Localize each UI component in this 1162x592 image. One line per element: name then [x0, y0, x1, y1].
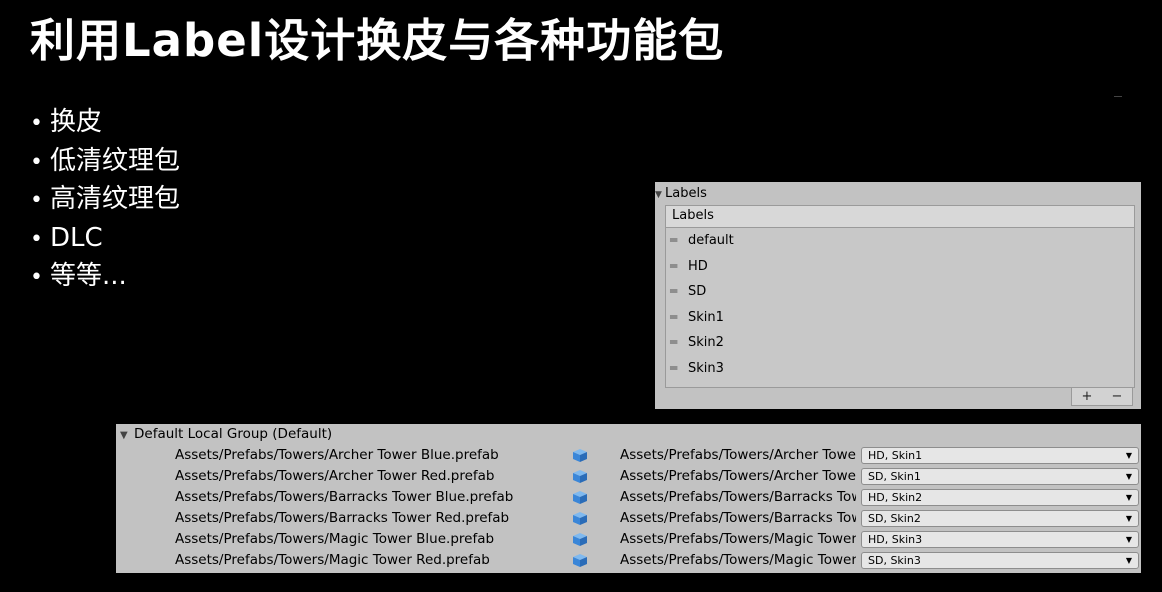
labels-list: Labels ═ default ═ HD ═ SD ═ Skin1 ═ Skin2 ═ S… [665, 205, 1135, 388]
prefab-cube-icon [573, 470, 587, 483]
add-label-button[interactable]: + [1082, 389, 1093, 404]
table-row[interactable]: Assets/Prefabs/Towers/Archer Tower Blue.… [116, 445, 1141, 466]
dropdown-arrow-icon: ▼ [1125, 556, 1132, 565]
labels-dropdown[interactable]: HD, Skin2 ▼ [861, 489, 1139, 506]
group-panel: ▼ Default Local Group (Default) Assets/Pr… [116, 424, 1141, 573]
prefab-cube-icon [573, 491, 587, 504]
dropdown-arrow-icon: ▼ [1125, 493, 1132, 502]
bullet-list: • 换皮 • 低清纹理包 • 高清纹理包 • DLC • 等等... [30, 103, 180, 296]
labels-dropdown[interactable]: SD, Skin1 ▼ [861, 468, 1139, 485]
dropdown-arrow-icon: ▼ [1125, 535, 1132, 544]
asset-address[interactable]: Assets/Prefabs/Towers/Barracks Tower Red… [620, 508, 856, 529]
divider [1114, 96, 1122, 97]
labels-dropdown[interactable]: SD, Skin3 ▼ [861, 552, 1139, 569]
asset-address[interactable]: Assets/Prefabs/Towers/Barracks Tower Blu… [620, 487, 856, 508]
label-text: Skin3 [688, 360, 724, 376]
bullet-dot: • [30, 188, 43, 213]
label-item[interactable]: ═ Skin1 [666, 305, 1134, 331]
bullet-item: • 低清纹理包 [30, 142, 180, 181]
dropdown-arrow-icon: ▼ [1125, 451, 1132, 460]
labels-panel: ▼ Labels Labels ═ default ═ HD ═ SD ═ Skin1 ═… [655, 182, 1141, 409]
bullet-item: • DLC [30, 219, 180, 258]
bullet-text: 低清纹理包 [50, 145, 181, 176]
asset-name: Assets/Prefabs/Towers/Archer Tower Blue.… [175, 447, 499, 463]
dropdown-arrow-icon: ▼ [1125, 514, 1132, 523]
prefab-cube-icon [573, 533, 587, 546]
bullet-text: 等等... [50, 261, 127, 291]
labels-value: SD, Skin2 [868, 512, 921, 525]
label-item[interactable]: ═ Skin3 [666, 356, 1134, 382]
slide-title: 利用Label设计换皮与各种功能包 [30, 14, 725, 67]
labels-value: HD, Skin1 [868, 449, 923, 462]
labels-list-title: Labels [666, 206, 1134, 228]
group-title: Default Local Group (Default) [134, 426, 333, 442]
bullet-dot: • [30, 111, 43, 136]
label-text: HD [688, 258, 708, 274]
prefab-cube-icon [573, 449, 587, 462]
labels-footer: + − [1071, 388, 1133, 406]
asset-name: Assets/Prefabs/Towers/Barracks Tower Blu… [175, 489, 514, 505]
asset-address[interactable]: Assets/Prefabs/Towers/Archer Tower Blue.… [620, 445, 856, 466]
asset-name: Assets/Prefabs/Towers/Archer Tower Red.p… [175, 468, 495, 484]
bullet-dot: • [30, 149, 43, 175]
label-item[interactable]: ═ SD [666, 279, 1134, 305]
labels-header-text: Labels [665, 186, 707, 201]
drag-handle-icon[interactable]: ═ [670, 356, 688, 382]
label-text: default [688, 233, 734, 248]
drag-handle-icon[interactable]: ═ [670, 279, 688, 305]
asset-name: Assets/Prefabs/Towers/Magic Tower Red.pr… [175, 552, 490, 568]
drag-handle-icon[interactable]: ═ [670, 330, 688, 356]
dropdown-arrow-icon: ▼ [1125, 472, 1132, 481]
bullet-dot: • [30, 265, 43, 290]
table-row[interactable]: Assets/Prefabs/Towers/Magic Tower Blue.p… [116, 529, 1141, 550]
asset-name: Assets/Prefabs/Towers/Magic Tower Blue.p… [175, 531, 495, 547]
label-text: Skin1 [688, 309, 724, 325]
asset-address[interactable]: Assets/Prefabs/Towers/Magic Tower Red.pr… [620, 550, 856, 571]
group-header[interactable]: ▼ Default Local Group (Default) [116, 424, 1141, 445]
bullet-item: • 换皮 [30, 103, 180, 142]
bullet-text: DLC [50, 222, 103, 253]
bullet-dot: • [30, 226, 43, 252]
bullet-text: 高清纹理包 [50, 184, 181, 214]
drag-handle-icon[interactable]: ═ [670, 305, 688, 331]
prefab-cube-icon [573, 512, 587, 525]
labels-value: HD, Skin2 [868, 491, 923, 504]
table-row[interactable]: Assets/Prefabs/Towers/Barracks Tower Blu… [116, 487, 1141, 508]
labels-value: HD, Skin3 [868, 533, 923, 546]
asset-address[interactable]: Assets/Prefabs/Towers/Magic Tower Blue.p… [620, 529, 856, 550]
label-item[interactable]: ═ Skin2 [666, 330, 1134, 356]
labels-foldout[interactable]: ▼ Labels [655, 186, 707, 202]
table-row[interactable]: Assets/Prefabs/Towers/Archer Tower Red.p… [116, 466, 1141, 487]
labels-dropdown[interactable]: HD, Skin1 ▼ [861, 447, 1139, 464]
foldout-triangle-icon[interactable]: ▼ [655, 187, 665, 203]
prefab-cube-icon [573, 554, 587, 567]
table-row[interactable]: Assets/Prefabs/Towers/Barracks Tower Red… [116, 508, 1141, 529]
label-item[interactable]: ═ HD [666, 254, 1134, 280]
table-row[interactable]: Assets/Prefabs/Towers/Magic Tower Red.pr… [116, 550, 1141, 571]
bullet-text: 换皮 [50, 107, 103, 137]
asset-address[interactable]: Assets/Prefabs/Towers/Archer Tower Red.p… [620, 466, 856, 487]
drag-handle-icon[interactable]: ═ [670, 254, 688, 280]
bullet-item: • 高清纹理包 [30, 180, 180, 219]
label-item[interactable]: ═ default [666, 228, 1134, 254]
foldout-triangle-icon[interactable]: ▼ [120, 425, 134, 446]
asset-name: Assets/Prefabs/Towers/Barracks Tower Red… [175, 510, 510, 526]
label-text: SD [688, 284, 707, 299]
label-text: Skin2 [688, 335, 724, 350]
remove-label-button[interactable]: − [1112, 389, 1123, 404]
labels-dropdown[interactable]: HD, Skin3 ▼ [861, 531, 1139, 548]
labels-dropdown[interactable]: SD, Skin2 ▼ [861, 510, 1139, 527]
labels-value: SD, Skin1 [868, 470, 921, 483]
drag-handle-icon[interactable]: ═ [670, 228, 688, 254]
labels-value: SD, Skin3 [868, 554, 921, 567]
bullet-item: • 等等... [30, 257, 180, 296]
